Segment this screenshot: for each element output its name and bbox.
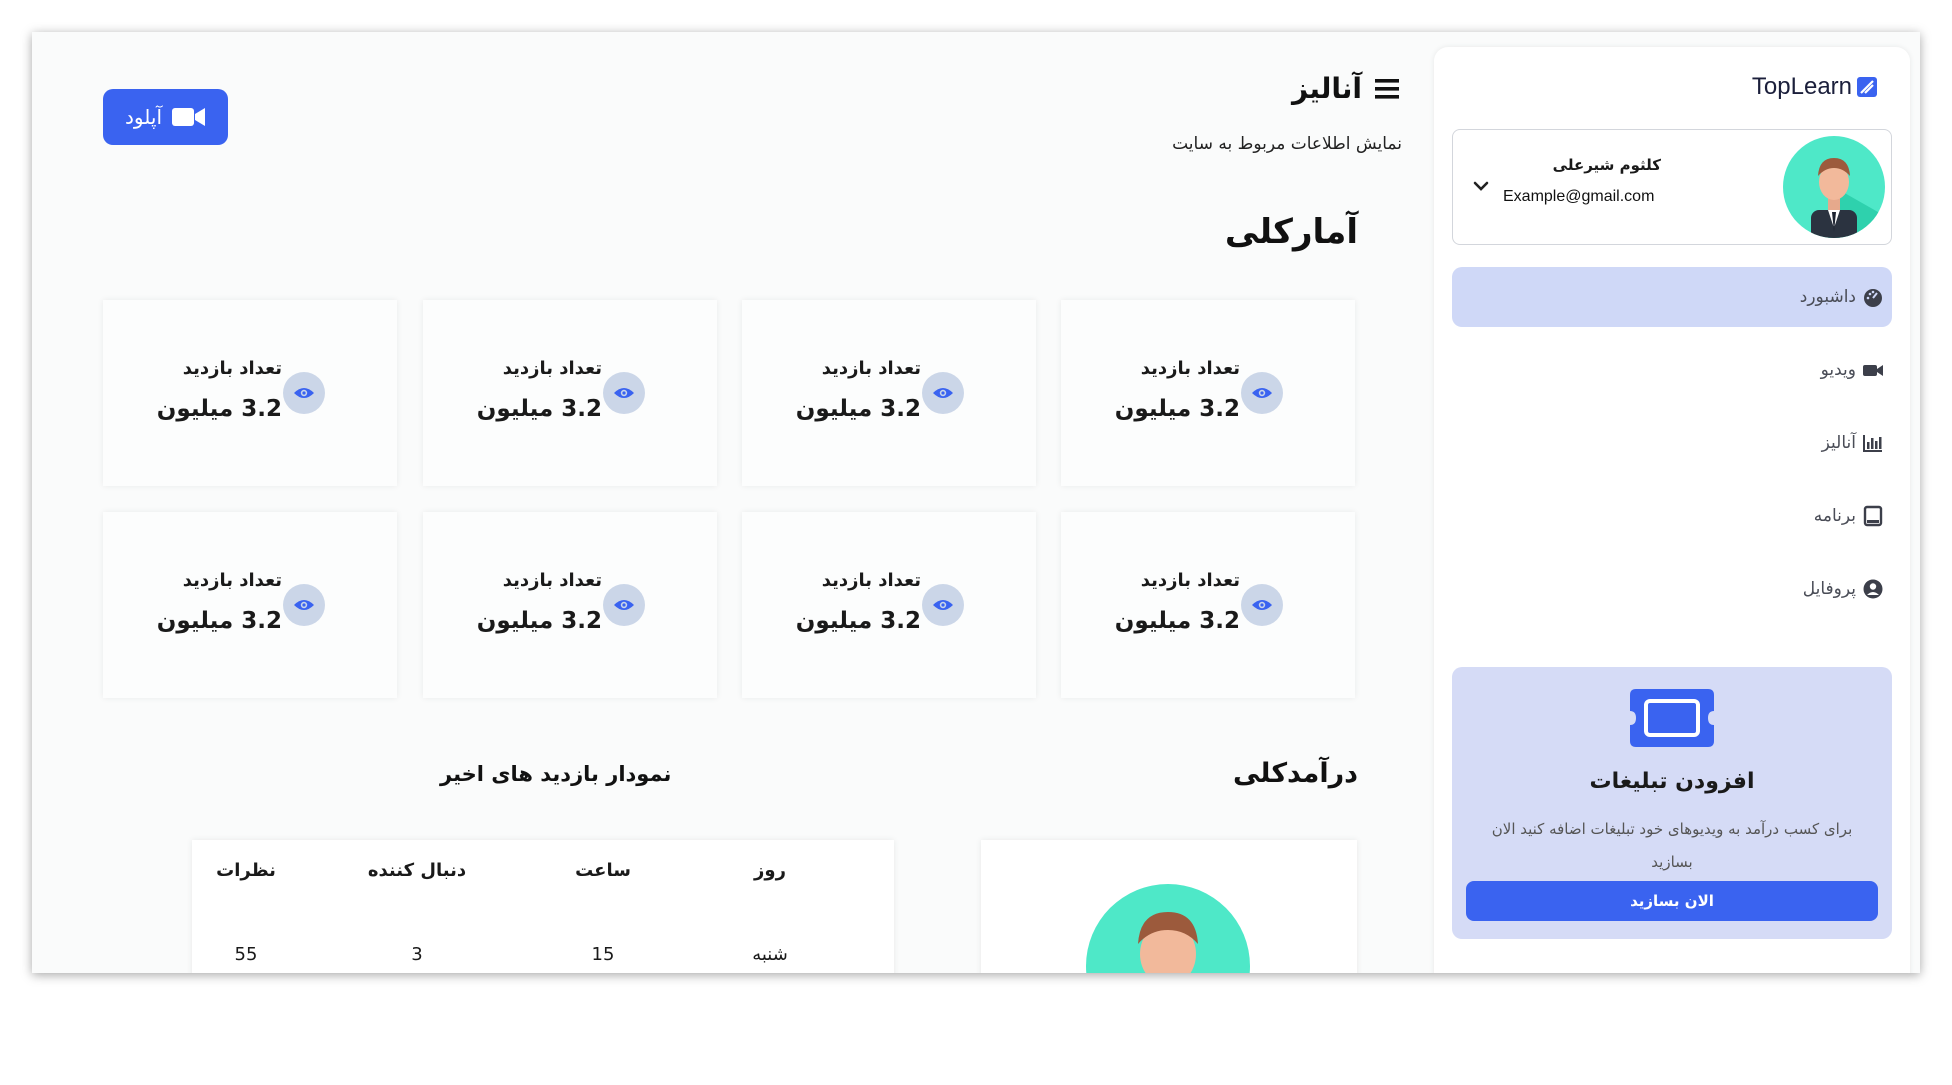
page-title: آنالیز bbox=[1292, 72, 1402, 105]
sidebar-nav: داشبورد ویدیو آنالیز برنامه پروفایل bbox=[1452, 267, 1892, 632]
sidebar-item-analytics[interactable]: آنالیز bbox=[1452, 413, 1892, 473]
sidebar-item-label: ویدیو bbox=[1820, 360, 1856, 380]
sidebar-item-label: برنامه bbox=[1813, 506, 1856, 526]
brand[interactable]: TopLearn bbox=[1752, 73, 1878, 101]
column-header: نظرات bbox=[216, 860, 276, 881]
income-card bbox=[981, 840, 1357, 973]
stat-label: تعداد بازدید bbox=[821, 570, 921, 591]
promo-description: برای کسب درآمد به ویدیوهای خود تبلیغات ا… bbox=[1491, 820, 1853, 871]
stat-label: تعداد بازدید bbox=[182, 570, 282, 591]
stat-value: 3.2 میلیون bbox=[795, 396, 921, 422]
eye-icon bbox=[1241, 372, 1283, 414]
stat-label: تعداد بازدید bbox=[182, 358, 282, 379]
create-now-button[interactable]: الان بسازید bbox=[1466, 881, 1878, 921]
eye-icon bbox=[283, 584, 325, 626]
stat-value: 3.2 میلیون bbox=[476, 396, 602, 422]
eye-icon bbox=[1241, 584, 1283, 626]
stat-card: تعداد بازدید 3.2 میلیون bbox=[742, 512, 1036, 698]
stats-section-title: آمارکلی bbox=[1224, 212, 1358, 252]
stat-label: تعداد بازدید bbox=[1140, 570, 1240, 591]
sidebar-item-video[interactable]: ویدیو bbox=[1452, 340, 1892, 400]
ticket-icon bbox=[1630, 689, 1714, 747]
brand-logo-icon bbox=[1857, 77, 1877, 97]
tablet-icon bbox=[1863, 505, 1883, 527]
income-section-title: درآمدکلی bbox=[1232, 758, 1358, 789]
avatar bbox=[1783, 136, 1885, 238]
stat-label: تعداد بازدید bbox=[1140, 358, 1240, 379]
table-cell: 3 bbox=[411, 944, 423, 965]
user-circle-icon bbox=[1863, 579, 1883, 599]
table-row: شنبه 15 3 55 bbox=[192, 944, 894, 973]
stat-value: 3.2 میلیون bbox=[476, 608, 602, 634]
table-cell: شنبه bbox=[752, 944, 788, 965]
visits-table: روز ساعت دنبال کننده نظرات شنبه 15 3 55 bbox=[192, 840, 894, 973]
user-name: کلثوم شیرعلی bbox=[1552, 156, 1661, 174]
video-camera-icon bbox=[172, 108, 205, 126]
sidebar-item-profile[interactable]: پروفایل bbox=[1452, 559, 1892, 619]
stat-card: تعداد بازدید 3.2 میلیون bbox=[1061, 512, 1355, 698]
stat-value: 3.2 میلیون bbox=[795, 608, 921, 634]
stat-card: تعداد بازدید 3.2 میلیون bbox=[742, 300, 1036, 486]
table-header: روز ساعت دنبال کننده نظرات bbox=[192, 860, 894, 890]
stat-label: تعداد بازدید bbox=[502, 570, 602, 591]
page-title-text: آنالیز bbox=[1292, 72, 1362, 105]
app-window: TopLearn کلثوم شیرعلی Example@gmail.com … bbox=[32, 32, 1920, 973]
upload-button[interactable]: آپلود bbox=[103, 89, 228, 145]
avatar bbox=[1086, 884, 1250, 973]
eye-icon bbox=[283, 372, 325, 414]
sidebar-item-dashboard[interactable]: داشبورد bbox=[1452, 267, 1892, 327]
upload-label: آپلود bbox=[125, 105, 162, 129]
sidebar-item-label: آنالیز bbox=[1821, 433, 1856, 453]
stat-value: 3.2 میلیون bbox=[156, 396, 282, 422]
user-email: Example@gmail.com bbox=[1503, 188, 1655, 205]
stat-value: 3.2 میلیون bbox=[156, 608, 282, 634]
sidebar-item-program[interactable]: برنامه bbox=[1452, 486, 1892, 546]
sidebar-item-label: پروفایل bbox=[1802, 579, 1856, 599]
chevron-down-icon[interactable] bbox=[1471, 176, 1491, 196]
dashboard-gauge-icon bbox=[1864, 289, 1882, 307]
sidebar-item-label: داشبورد bbox=[1799, 287, 1856, 307]
column-header: ساعت bbox=[575, 860, 631, 881]
bar-chart-icon bbox=[1863, 435, 1882, 452]
stat-label: تعداد بازدید bbox=[502, 358, 602, 379]
table-cell: 55 bbox=[234, 944, 258, 965]
column-header: دنبال کننده bbox=[367, 860, 467, 881]
add-ads-promo: افزودن تبلیغات برای کسب درآمد به ویدیوها… bbox=[1452, 667, 1892, 939]
eye-icon bbox=[922, 584, 964, 626]
visits-chart-title: نمودار بازدید های اخیر bbox=[440, 762, 672, 786]
promo-title: افزودن تبلیغات bbox=[1589, 769, 1755, 794]
column-header: روز bbox=[754, 860, 786, 881]
stat-card: تعداد بازدید 3.2 میلیون bbox=[1061, 300, 1355, 486]
sidebar: TopLearn کلثوم شیرعلی Example@gmail.com … bbox=[1434, 47, 1910, 973]
menu-icon[interactable] bbox=[1372, 74, 1402, 104]
eye-icon bbox=[603, 584, 645, 626]
user-profile-card[interactable]: کلثوم شیرعلی Example@gmail.com bbox=[1452, 129, 1892, 245]
stat-card: تعداد بازدید 3.2 میلیون bbox=[423, 512, 717, 698]
stat-label: تعداد بازدید bbox=[821, 358, 921, 379]
stat-value: 3.2 میلیون bbox=[1114, 396, 1240, 422]
table-cell: 15 bbox=[591, 944, 615, 965]
stat-value: 3.2 میلیون bbox=[1114, 608, 1240, 634]
stat-card: تعداد بازدید 3.2 میلیون bbox=[103, 512, 397, 698]
eye-icon bbox=[922, 372, 964, 414]
stat-card: تعداد بازدید 3.2 میلیون bbox=[423, 300, 717, 486]
page-subtitle: نمایش اطلاعات مربوط به سایت bbox=[1172, 134, 1402, 154]
video-camera-icon bbox=[1863, 365, 1883, 376]
stat-card: تعداد بازدید 3.2 میلیون bbox=[103, 300, 397, 486]
eye-icon bbox=[603, 372, 645, 414]
brand-name: TopLearn bbox=[1751, 73, 1852, 100]
